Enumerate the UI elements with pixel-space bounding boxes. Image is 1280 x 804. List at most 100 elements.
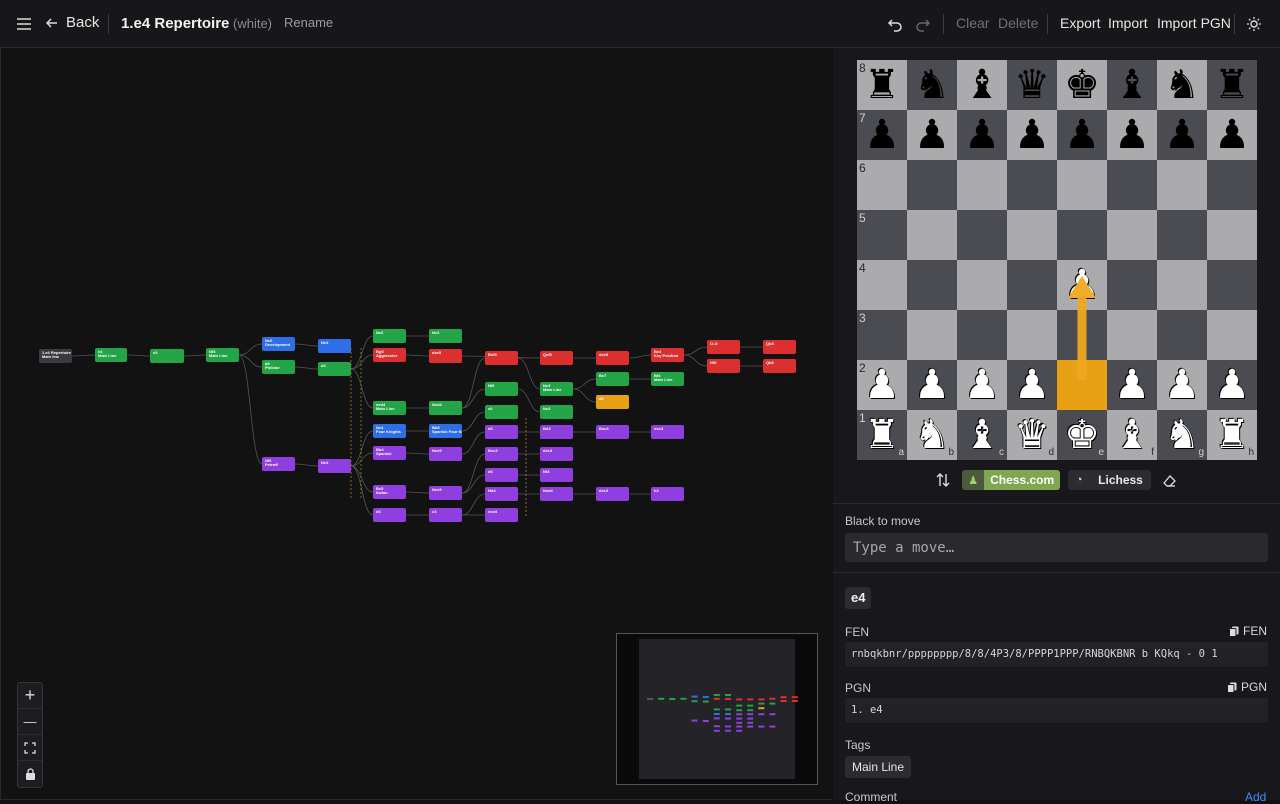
black-bishop-piece[interactable]: ♝	[1114, 65, 1150, 105]
copy-pgn-button[interactable]: PGN	[1227, 680, 1267, 694]
tree-node[interactable]: Nc4 Four Knights	[373, 424, 406, 438]
export-button[interactable]: Export	[1060, 15, 1100, 31]
white-knight-piece[interactable]: ♞	[1164, 415, 1200, 455]
white-pawn-piece[interactable]: ♟	[1164, 365, 1200, 405]
square-h6[interactable]	[1207, 160, 1257, 210]
white-rook-piece[interactable]: ♜	[1214, 415, 1250, 455]
square-e7[interactable]: ♟	[1057, 110, 1107, 160]
tree-node[interactable]: dxc3	[651, 425, 684, 439]
white-king-piece[interactable]: ♚	[1064, 415, 1100, 455]
tree-node[interactable]: dxc3	[596, 487, 629, 501]
tree-node[interactable]: Nc3	[318, 339, 351, 353]
square-c1[interactable]: c ♝	[957, 410, 1007, 460]
square-h7[interactable]: ♟	[1207, 110, 1257, 160]
tree-node[interactable]: d6	[373, 508, 406, 522]
tree-node[interactable]: Nxd4	[429, 401, 462, 415]
tree-node[interactable]: Nf3 Main Line	[206, 348, 239, 362]
tree-node[interactable]: Bxf3	[485, 351, 518, 365]
square-c4[interactable]	[957, 260, 1007, 310]
white-pawn-piece[interactable]: ♟	[964, 365, 1000, 405]
square-f1[interactable]: f ♝	[1107, 410, 1157, 460]
black-knight-piece[interactable]: ♞	[1164, 65, 1200, 105]
redo-button[interactable]	[914, 14, 934, 34]
repertoire-tree-canvas[interactable]: 1.e4 Repertoire Main line e4 Main Line e5 N…	[0, 48, 832, 800]
square-g7[interactable]: ♟	[1157, 110, 1207, 160]
fit-view-button[interactable]	[18, 735, 42, 761]
clear-button[interactable]: Clear	[956, 15, 989, 31]
square-c6[interactable]	[957, 160, 1007, 210]
tree-node[interactable]: Bb4 Spanish	[373, 446, 406, 460]
import-pgn-button[interactable]: Import PGN	[1157, 15, 1231, 31]
clear-arrows-button[interactable]	[1159, 470, 1181, 490]
black-pawn-piece[interactable]: ♟	[964, 115, 1000, 155]
import-button[interactable]: Import	[1108, 15, 1148, 31]
white-pawn-piece[interactable]: ♟	[1114, 365, 1150, 405]
black-king-piece[interactable]: ♚	[1064, 65, 1100, 105]
black-bishop-piece[interactable]: ♝	[964, 65, 1000, 105]
chesscom-button[interactable]: ♟ Chess.com	[962, 470, 1061, 490]
tree-node[interactable]: c6	[485, 405, 518, 419]
square-e8[interactable]: ♚	[1057, 60, 1107, 110]
square-c2[interactable]: ♟	[957, 360, 1007, 410]
tree-node[interactable]: Nf6 Petroff	[262, 457, 295, 471]
square-d1[interactable]: d ♛	[1007, 410, 1057, 460]
zoom-out-button[interactable]: —	[18, 709, 42, 735]
lock-button[interactable]	[18, 761, 42, 787]
square-g6[interactable]	[1157, 160, 1207, 210]
square-d4[interactable]	[1007, 260, 1057, 310]
black-rook-piece[interactable]: ♜	[864, 65, 900, 105]
tree-node[interactable]: Nc3 Main Line	[540, 382, 573, 396]
black-pawn-piece[interactable]: ♟	[914, 115, 950, 155]
tree-node[interactable]: Bc4 Key Position	[651, 348, 684, 362]
black-pawn-piece[interactable]: ♟	[1214, 115, 1250, 155]
theme-toggle[interactable]	[1246, 14, 1266, 34]
white-pawn-piece[interactable]: ♟	[914, 365, 950, 405]
tree-node[interactable]: Nc3	[318, 459, 351, 473]
square-f4[interactable]	[1107, 260, 1157, 310]
tree-node[interactable]: Nxe5	[429, 486, 462, 500]
tree-node[interactable]: Nc3	[429, 329, 462, 343]
square-f8[interactable]: ♝	[1107, 60, 1157, 110]
tree-node[interactable]: Bb5 Spanish Four Knights	[429, 424, 462, 438]
square-d3[interactable]	[1007, 310, 1057, 360]
white-pawn-piece[interactable]: ♟	[864, 365, 900, 405]
tree-node[interactable]: dxe5	[596, 351, 629, 365]
square-g1[interactable]: g ♞	[1157, 410, 1207, 460]
black-pawn-piece[interactable]: ♟	[1114, 115, 1150, 155]
square-f2[interactable]: ♟	[1107, 360, 1157, 410]
move-input[interactable]	[845, 533, 1268, 562]
square-g2[interactable]: ♟	[1157, 360, 1207, 410]
white-queen-piece[interactable]: ♛	[1014, 415, 1050, 455]
square-d6[interactable]	[1007, 160, 1057, 210]
tree-node[interactable]: Be7	[596, 372, 629, 386]
undo-button[interactable]	[886, 14, 906, 34]
square-f6[interactable]	[1107, 160, 1157, 210]
tree-node[interactable]: Qb3	[763, 359, 796, 373]
square-b4[interactable]	[907, 260, 957, 310]
zoom-in-button[interactable]: +	[18, 683, 42, 709]
square-g3[interactable]	[1157, 310, 1207, 360]
minimap[interactable]	[616, 633, 818, 785]
tag-chip[interactable]: Main Line	[845, 756, 912, 778]
tree-node[interactable]: d6	[485, 468, 518, 482]
square-f7[interactable]: ♟	[1107, 110, 1157, 160]
white-knight-piece[interactable]: ♞	[914, 415, 950, 455]
tree-node[interactable]: exd4	[485, 508, 518, 522]
square-f3[interactable]	[1107, 310, 1157, 360]
tree-node[interactable]: Nxd4	[540, 487, 573, 501]
square-a3[interactable]: 3	[857, 310, 907, 360]
tree-node[interactable]: d6	[485, 425, 518, 439]
square-e5[interactable]	[1057, 210, 1107, 260]
square-f5[interactable]	[1107, 210, 1157, 260]
square-h4[interactable]	[1207, 260, 1257, 310]
tree-node[interactable]: Bc5 Italian	[373, 485, 406, 499]
square-a2[interactable]: 2 ♟	[857, 360, 907, 410]
flip-board-button[interactable]	[932, 470, 954, 490]
square-b3[interactable]	[907, 310, 957, 360]
tree-node[interactable]: Qb3	[763, 340, 796, 354]
lichess-button[interactable]: ◔ Lichess	[1068, 470, 1151, 490]
chess-board[interactable]: 8 ♜ ♞ ♝ ♛ ♚ ♝ ♞ ♜ 7 ♟ ♟ ♟ ♟ ♟ ♟ ♟ ♟ 6 5 4 ♟ 3 2 ♟ ♟ ♟ ♟ ♟ ♟ ♟ 1 a ♜ b ♞ c ♝ d ♛…	[857, 60, 1257, 460]
square-g5[interactable]	[1157, 210, 1207, 260]
tree-node[interactable]: O-O	[707, 340, 740, 354]
add-comment-button[interactable]: Add	[1245, 790, 1266, 804]
